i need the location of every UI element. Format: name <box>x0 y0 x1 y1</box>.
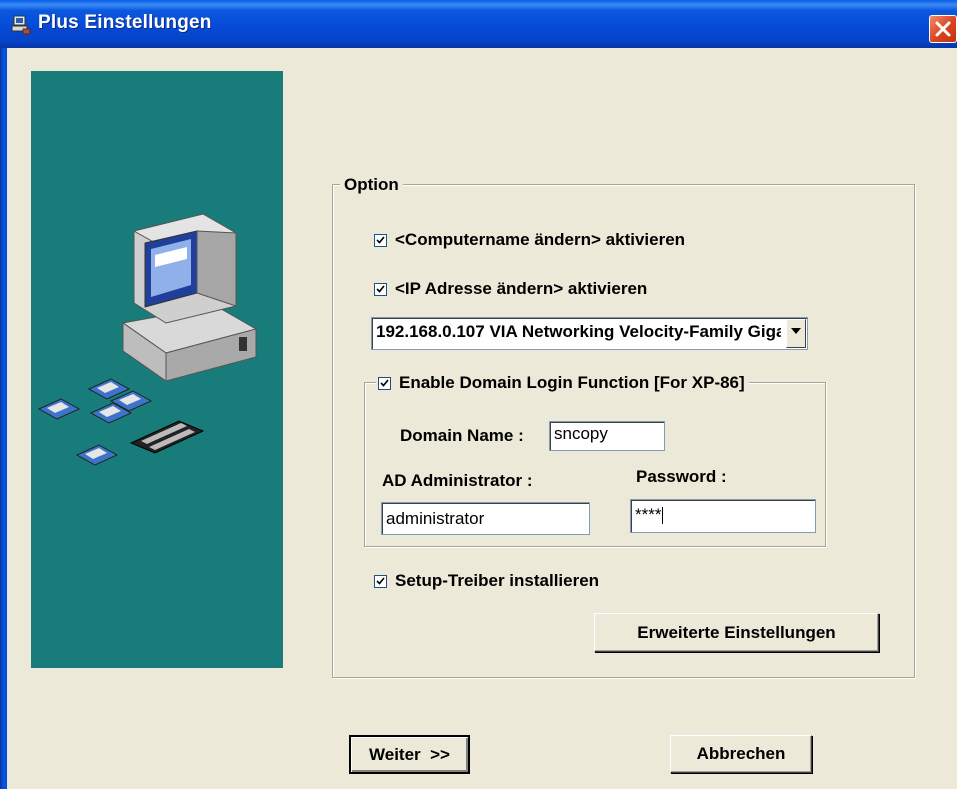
checkbox-box[interactable] <box>378 376 391 390</box>
advanced-settings-button[interactable]: Erweiterte Einstellungen <box>594 613 879 652</box>
checkmark-icon <box>376 235 385 244</box>
password-field[interactable]: **** <box>630 499 816 533</box>
ip-address-checkbox[interactable]: <IP Adresse ändern> aktivieren <box>374 279 647 299</box>
network-adapter-select[interactable]: 192.168.0.107 VIA Networking Velocity-Fa… <box>371 317 808 350</box>
domain-name-label: Domain Name : <box>400 426 524 445</box>
password-value: **** <box>635 505 662 524</box>
cancel-button[interactable]: Abbrechen <box>670 735 812 773</box>
close-button[interactable] <box>929 15 957 43</box>
option-group-legend: Option <box>340 175 403 195</box>
domain-login-checkbox-label: Enable Domain Login Function [For XP-86] <box>399 373 745 392</box>
close-icon <box>935 21 951 37</box>
ad-administrator-value: administrator <box>386 509 485 528</box>
checkbox-box[interactable] <box>374 233 387 247</box>
illustration-panel <box>31 71 283 668</box>
setup-driver-checkbox[interactable]: Setup-Treiber installieren <box>374 571 599 591</box>
next-button[interactable]: Weiter >> <box>349 735 470 774</box>
domain-login-checkbox[interactable]: Enable Domain Login Function [For XP-86] <box>376 373 749 393</box>
setup-driver-checkbox-label: Setup-Treiber installieren <box>395 571 600 590</box>
domain-name-value: sncopy <box>554 424 608 443</box>
network-adapter-select-value: 192.168.0.107 VIA Networking Velocity-Fa… <box>376 322 781 341</box>
ip-address-checkbox-label: <IP Adresse ändern> aktivieren <box>395 279 648 298</box>
title-bar[interactable]: Plus Einstellungen <box>0 0 957 48</box>
computername-checkbox-label: <Computername ändern> aktivieren <box>395 230 686 249</box>
computername-checkbox[interactable]: <Computername ändern> aktivieren <box>374 230 685 250</box>
computer-app-icon <box>10 14 32 36</box>
floppy-disk-icon <box>37 378 153 466</box>
checkmark-icon <box>376 576 385 585</box>
domain-name-field[interactable]: sncopy <box>549 421 665 451</box>
window-title: Plus Einstellungen <box>38 12 212 33</box>
chevron-down-icon <box>791 328 801 334</box>
checkmark-icon <box>380 378 389 387</box>
computer-monitor-icon <box>121 213 258 382</box>
dropdown-button[interactable] <box>786 319 806 348</box>
memory-chip-icon <box>129 420 205 454</box>
password-label: Password : <box>636 467 727 486</box>
checkmark-icon <box>376 284 385 293</box>
window-border <box>0 48 7 789</box>
checkbox-box[interactable] <box>374 282 387 296</box>
text-cursor <box>662 507 664 525</box>
ad-administrator-label: AD Administrator : <box>382 471 533 490</box>
checkbox-box[interactable] <box>374 574 387 588</box>
ad-administrator-field[interactable]: administrator <box>381 502 590 535</box>
